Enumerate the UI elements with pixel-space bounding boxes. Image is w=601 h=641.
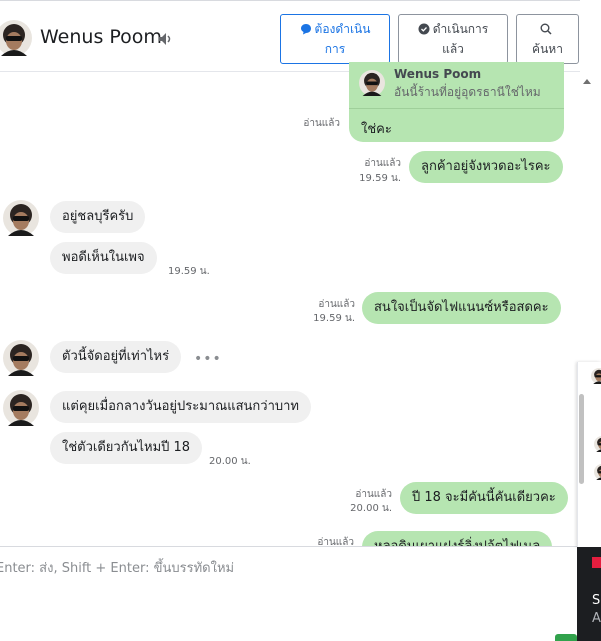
notification-title: Se (592, 593, 601, 608)
follow-up-label-2: การ (324, 42, 346, 56)
search-label: ค้นหา (532, 42, 563, 56)
outgoing-message[interactable]: ลูกค้าอยู่จังหวดอะไรคะ (409, 151, 563, 183)
outgoing-message[interactable]: หลอดินเผาแฝงร์ลิ่งปอ้ตไฟเนล (362, 531, 553, 546)
composer-toolbar (0, 632, 120, 641)
message-time: 19.59 น. (313, 313, 355, 324)
contact-name[interactable]: Wenus Poom (40, 26, 162, 48)
reply-text: ใช่คะ (361, 122, 392, 137)
outgoing-message[interactable]: ปี 18 จะมีคันนี้คันเดียวคะ (400, 482, 568, 514)
follow-up-button[interactable]: ต้องดำเนิน การ (280, 14, 390, 64)
notification-icon (592, 557, 601, 568)
read-receipt: อ่านแล้ว (355, 489, 392, 500)
speaker-icon[interactable] (158, 32, 174, 46)
done-label-1: ดำเนินการ (432, 22, 489, 36)
sender-avatar[interactable] (3, 390, 39, 426)
incoming-message[interactable]: ใช่ตัวเดียวกันไหมปี 18 (50, 432, 203, 464)
message-time: 20.00 น. (209, 456, 251, 467)
side-panel-scrollbar[interactable] (579, 394, 584, 484)
message-time: 20.00 น. (350, 503, 392, 514)
follow-up-label-1: ต้องดำเนิน (314, 22, 371, 36)
incoming-message[interactable]: แต่คุยเมื่อกลางวันอยู่ประมาณแสนกว่าบาท (50, 391, 311, 423)
read-receipt: อ่านแล้ว (303, 118, 340, 129)
message-time: 19.59 น. (168, 266, 210, 277)
notification-subtitle: A (592, 611, 601, 626)
search-icon (540, 23, 552, 35)
quoted-sender-avatar (359, 70, 385, 96)
read-receipt: อ่านแล้ว (364, 158, 401, 169)
clipped-message-row: อ่านแล้ว หลอดินเผาแฝงร์ลิ่งปอ้ตไฟเนล (0, 530, 576, 546)
sender-avatar[interactable] (3, 200, 39, 236)
quoted-sender-name: Wenus Poom (394, 67, 482, 81)
done-button[interactable]: ดำเนินการ แล้ว (398, 14, 508, 64)
speech-bubble-icon (300, 24, 311, 35)
incoming-message[interactable]: ตัวนี้จัดอยู่ที่เท่าไหร่ (50, 341, 182, 373)
sender-avatar[interactable] (3, 340, 39, 376)
incoming-message[interactable]: อยู่ชลบุรีครับ (50, 201, 146, 233)
scroll-up-arrow-icon[interactable] (582, 77, 592, 85)
quote-divider (349, 108, 564, 109)
contact-avatar[interactable] (0, 20, 32, 56)
quoted-reply-message[interactable]: Wenus Poom อันนี้ร้านที่อยู่อุดรธานีใช่ไ… (349, 62, 564, 142)
side-avatar[interactable] (591, 368, 601, 384)
search-button[interactable]: ค้นหา (516, 14, 579, 64)
notification-panel[interactable]: Se A (577, 547, 601, 641)
quoted-text: อันนี้ร้านที่อยู่อุดรธานีใช่ไหม (394, 85, 541, 99)
check-bubble-icon (418, 23, 430, 35)
message-input[interactable] (0, 557, 556, 579)
outgoing-message[interactable]: สนใจเป็นจัดไฟแนนซ์หรือสดคะ (362, 292, 561, 324)
side-avatar[interactable] (594, 464, 601, 480)
read-receipt: อ่านแล้ว (317, 537, 354, 546)
incoming-message[interactable]: พอดีเห็นในเพจ (50, 242, 157, 274)
message-time: 19.59 น. (359, 173, 401, 184)
send-button[interactable] (555, 634, 577, 641)
message-composer (0, 546, 577, 641)
done-label-2: แล้ว (442, 42, 464, 56)
side-avatar[interactable] (594, 436, 601, 452)
read-receipt: อ่านแล้ว (318, 299, 355, 310)
more-options-icon[interactable]: ••• (194, 351, 222, 367)
